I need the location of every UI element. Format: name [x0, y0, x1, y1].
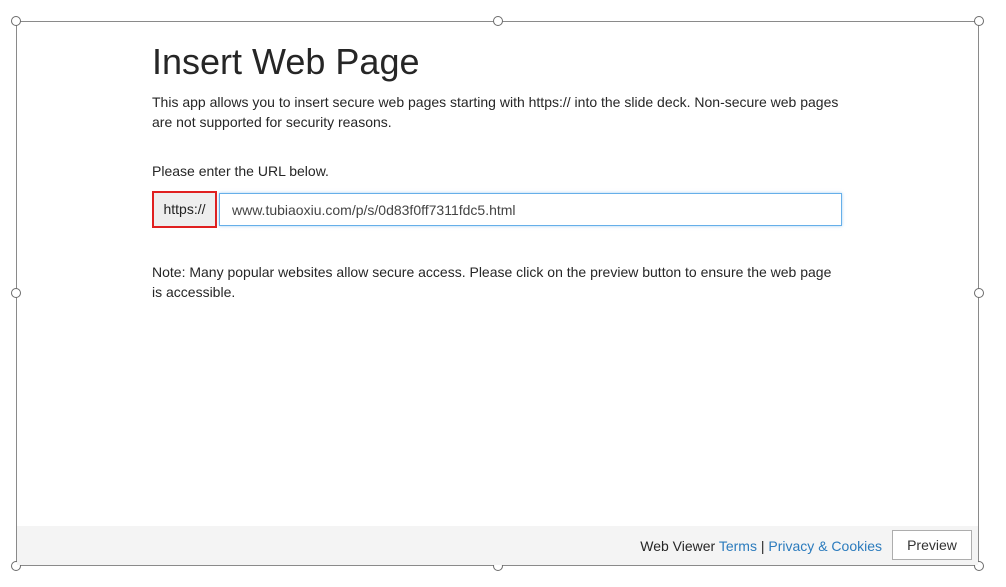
resize-handle-top-left[interactable]: [11, 16, 21, 26]
resize-handle-top-right[interactable]: [974, 16, 984, 26]
url-prompt-label: Please enter the URL below.: [152, 163, 329, 179]
footer-links: Web Viewer Terms | Privacy & Cookies: [640, 538, 882, 554]
footer-bar: Web Viewer Terms | Privacy & Cookies Pre…: [17, 526, 978, 565]
url-input[interactable]: [219, 193, 842, 226]
url-input-group: https://: [152, 191, 844, 228]
page-title: Insert Web Page: [152, 41, 420, 82]
web-viewer-brand: Web Viewer: [640, 538, 716, 554]
preview-button[interactable]: Preview: [892, 530, 972, 560]
insert-web-page-panel: Insert Web Page This app allows you to i…: [152, 40, 844, 302]
terms-link[interactable]: Terms: [719, 538, 757, 554]
footer-separator: |: [760, 538, 765, 554]
url-prefix-label: https://: [152, 191, 217, 228]
note-text: Note: Many popular websites allow secure…: [152, 264, 832, 300]
resize-handle-top-middle[interactable]: [493, 16, 503, 26]
resize-handle-middle-left[interactable]: [11, 288, 21, 298]
privacy-cookies-link[interactable]: Privacy & Cookies: [768, 538, 882, 554]
intro-text: This app allows you to insert secure web…: [152, 94, 839, 130]
resize-handle-middle-right[interactable]: [974, 288, 984, 298]
